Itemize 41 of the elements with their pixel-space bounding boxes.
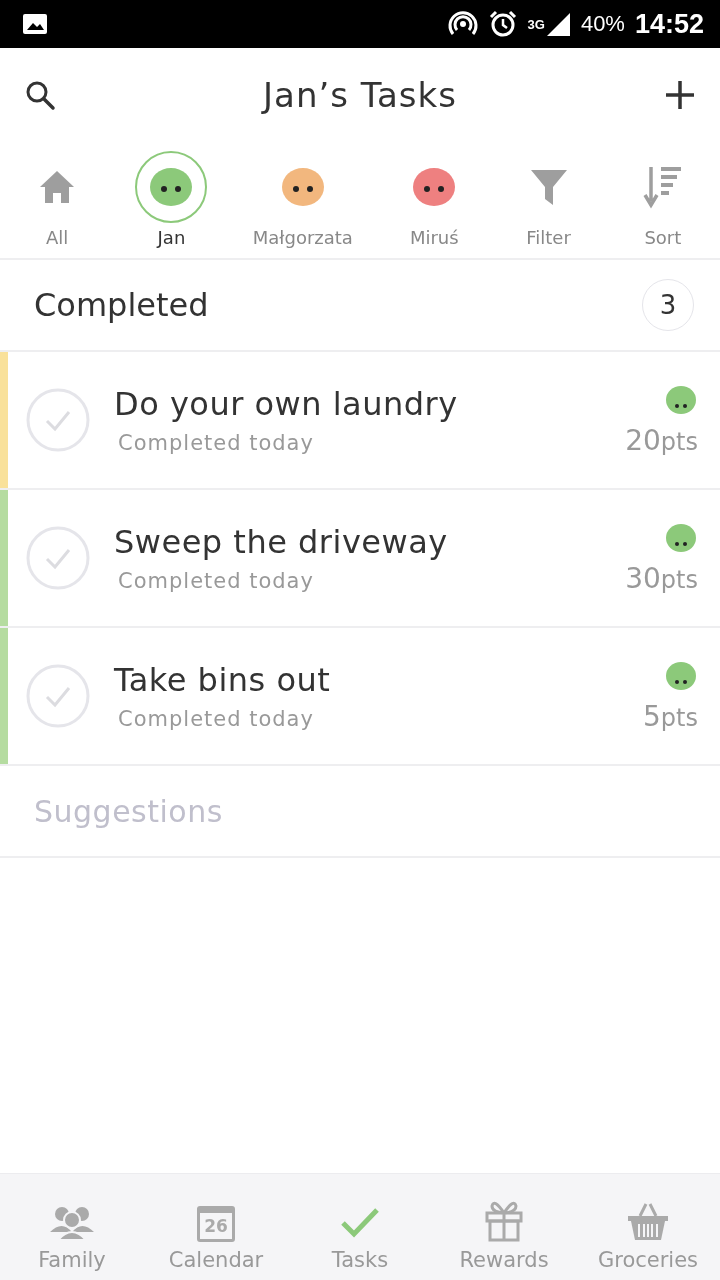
task-row[interactable]: Take bins out Completed today 5pts <box>0 628 720 766</box>
clock: 14:52 <box>634 8 704 40</box>
battery-level: 40% <box>580 11 625 37</box>
nav-tab[interactable]: Groceries <box>576 1174 720 1280</box>
person-tab[interactable]: Małgorzata <box>228 142 378 258</box>
alarm-icon <box>487 9 518 39</box>
sort-icon <box>642 165 683 209</box>
check-circle[interactable] <box>26 526 90 590</box>
person-tab[interactable]: Jan <box>114 142 229 258</box>
nav-tab[interactable]: Family <box>0 1174 144 1280</box>
task-status: Completed today <box>118 569 315 593</box>
task-title: Sweep the driveway <box>114 523 449 561</box>
nav-tab[interactable]: Tasks <box>288 1174 432 1280</box>
task-status: Completed today <box>118 707 315 731</box>
task-title: Do your own laundry <box>114 385 459 423</box>
task-status: Completed today <box>118 431 315 455</box>
image-icon <box>22 13 48 35</box>
nav-tab[interactable]: 26 Calendar <box>144 1174 288 1280</box>
person-tab[interactable]: All <box>0 142 115 258</box>
network-type: 3G <box>527 16 545 32</box>
task-title: Take bins out <box>114 661 332 699</box>
nav-tab[interactable]: Rewards <box>432 1174 576 1280</box>
page-title: Jan’s Tasks <box>263 75 457 115</box>
check-circle[interactable] <box>26 388 90 452</box>
basket-icon <box>626 1202 670 1242</box>
section-title: Completed <box>34 286 209 324</box>
calendar-icon: 26 <box>197 1206 235 1242</box>
check-circle[interactable] <box>26 664 90 728</box>
task-row[interactable]: Sweep the driveway Completed today 30pts <box>0 490 720 628</box>
person-tab[interactable]: Filter <box>491 142 606 258</box>
filter-icon <box>529 168 568 206</box>
task-points: 5pts <box>643 699 698 733</box>
task-points: 30pts <box>625 561 698 595</box>
task-row[interactable]: Do your own laundry Completed today 20pts <box>0 352 720 490</box>
add-icon[interactable] <box>664 79 696 111</box>
task-points: 20pts <box>625 423 698 457</box>
person-tab[interactable]: Miruś <box>377 142 492 258</box>
person-tab[interactable]: Sort <box>605 142 720 258</box>
section-title: Suggestions <box>34 793 223 829</box>
home-icon <box>39 170 76 204</box>
search-icon[interactable] <box>24 79 56 111</box>
